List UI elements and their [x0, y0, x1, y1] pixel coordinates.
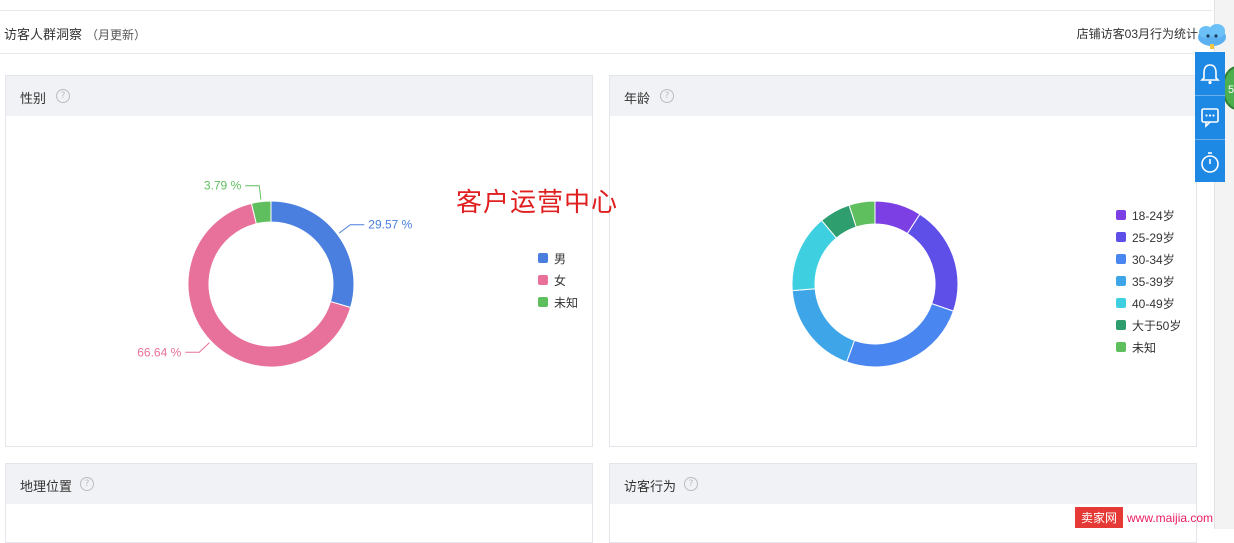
- bell-icon: [1200, 64, 1220, 85]
- legend-swatch: [538, 275, 548, 285]
- section-header: 访客人群洞察 （月更新） 店铺访客03月行为统计: [0, 11, 1212, 54]
- legend-swatch: [1116, 298, 1126, 308]
- age-legend: 18-24岁 25-29岁 30-34岁 35-39岁 40-49岁 大于50岁未知: [1116, 204, 1181, 358]
- dock-notification-button[interactable]: [1195, 52, 1225, 96]
- age-donut-chart: [791, 200, 959, 368]
- legend-item[interactable]: 男: [538, 247, 578, 269]
- side-dock: [1195, 52, 1225, 182]
- legend-item[interactable]: 女: [538, 269, 578, 291]
- gender-donut-chart: 29.57 % 66.64 % 3.79 %: [137, 179, 413, 368]
- help-icon[interactable]: ?: [660, 89, 674, 103]
- help-icon[interactable]: ?: [684, 477, 698, 491]
- legend-label: 女: [554, 273, 567, 288]
- legend-swatch: [538, 253, 548, 263]
- label-leader-line: [245, 185, 262, 200]
- legend-item[interactable]: 40-49岁: [1116, 292, 1181, 314]
- geo-panel: 地理位置 ?: [5, 463, 593, 543]
- legend-item[interactable]: 未知: [538, 291, 578, 313]
- label-leader-line: [185, 342, 210, 353]
- data-label: 3.79 %: [204, 179, 242, 193]
- legend-swatch: [1116, 276, 1126, 286]
- legend-label: 40-49岁: [1132, 296, 1175, 311]
- age-panel-header: 年龄 ?: [610, 76, 1196, 116]
- dock-message-button[interactable]: [1195, 96, 1225, 140]
- legend-label: 25-29岁: [1132, 230, 1175, 245]
- behavior-panel: 访客行为 ?: [609, 463, 1197, 543]
- gender-panel: 性别 ? 29.57 % 66.64 % 3.79 % 男女未知: [5, 75, 593, 447]
- data-label: 66.64 %: [137, 345, 181, 359]
- behavior-panel-title: 访客行为: [624, 479, 677, 494]
- legend-item[interactable]: 35-39岁: [1116, 270, 1181, 292]
- legend-label: 未知: [554, 295, 579, 310]
- legend-item[interactable]: 25-29岁: [1116, 226, 1181, 248]
- footer-watermark: 卖家网 www.maijia.com: [1075, 507, 1214, 528]
- footer-badge-text: 卖家网: [1075, 507, 1124, 528]
- legend-swatch: [538, 297, 548, 307]
- footer-site-text: www.maijia.com: [1127, 511, 1214, 525]
- legend-swatch: [1116, 342, 1126, 352]
- legend-label: 35-39岁: [1132, 274, 1175, 289]
- donut-slice-2[interactable]: [845, 302, 955, 368]
- stats-note: 店铺访客03月行为统计: [1076, 27, 1198, 41]
- chat-icon: [1201, 108, 1219, 128]
- age-panel-title: 年龄: [624, 91, 651, 106]
- cloud-mascot-icon[interactable]: [1196, 22, 1228, 50]
- legend-swatch: [1116, 254, 1126, 264]
- dock-timer-button[interactable]: [1195, 140, 1225, 183]
- donut-slice-1[interactable]: [906, 213, 959, 312]
- geo-panel-title: 地理位置: [20, 479, 73, 494]
- legend-item[interactable]: 18-24岁: [1116, 204, 1181, 226]
- legend-item[interactable]: 大于50岁: [1116, 314, 1181, 336]
- legend-label: 大于50岁: [1132, 318, 1182, 333]
- data-label: 29.57 %: [368, 218, 412, 232]
- donut-slice-0[interactable]: [270, 200, 355, 309]
- legend-label: 男: [554, 251, 567, 266]
- legend-swatch: [1116, 320, 1126, 330]
- section-title: 访客人群洞察 （月更新）: [4, 24, 146, 43]
- donut-slice-3[interactable]: [791, 288, 856, 363]
- label-leader-line: [338, 224, 365, 234]
- legend-label: 未知: [1132, 340, 1157, 355]
- section-title-text: 访客人群洞察: [4, 27, 83, 42]
- legend-item[interactable]: 30-34岁: [1116, 248, 1181, 270]
- legend-label: 30-34岁: [1132, 252, 1175, 267]
- help-icon[interactable]: ?: [56, 89, 70, 103]
- behavior-panel-header: 访客行为 ?: [610, 464, 1196, 504]
- age-panel: 年龄 ? 18-24岁 25-29岁 30-34岁 35-39岁 40-49岁 大于50岁…: [609, 75, 1197, 447]
- gender-legend: 男女未知: [538, 247, 578, 313]
- geo-panel-header: 地理位置 ?: [6, 464, 592, 504]
- legend-label: 18-24岁: [1132, 208, 1175, 223]
- section-subtitle: （月更新）: [86, 28, 147, 42]
- legend-item[interactable]: 未知: [1116, 336, 1181, 358]
- help-icon[interactable]: ?: [80, 477, 94, 491]
- gender-panel-header: 性别 ?: [6, 76, 592, 116]
- gender-panel-title: 性别: [20, 91, 47, 106]
- legend-swatch: [1116, 210, 1126, 220]
- legend-swatch: [1116, 232, 1126, 242]
- watermark-text: 客户运营中心: [456, 188, 619, 217]
- donut-slice-4[interactable]: [791, 219, 838, 292]
- stopwatch-icon: [1201, 152, 1219, 173]
